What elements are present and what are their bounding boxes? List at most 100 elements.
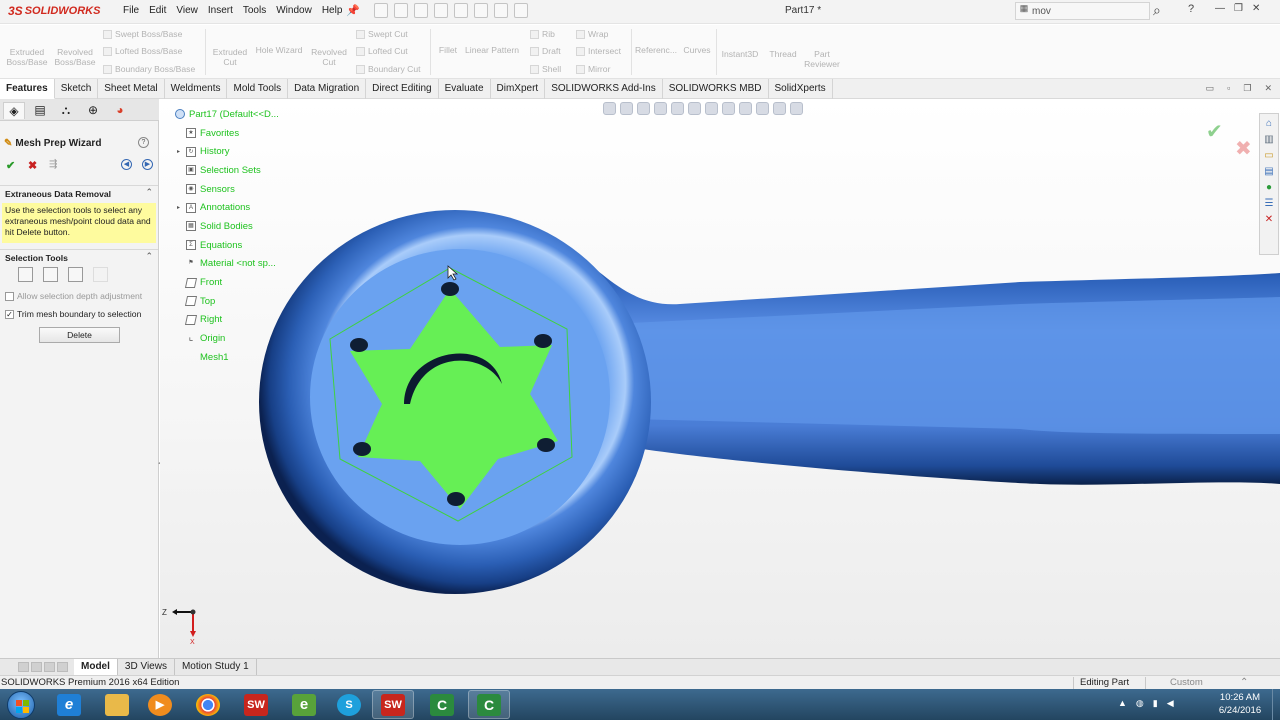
first-tab-icon[interactable] <box>18 662 29 672</box>
taskbar-media-player[interactable]: ▶ <box>139 690 181 719</box>
tab-sketch[interactable]: Sketch <box>55 79 99 99</box>
apply-scene-icon[interactable] <box>756 102 769 115</box>
view-orientation-icon[interactable] <box>688 102 701 115</box>
pin-menu-icon[interactable]: 📌 <box>346 4 360 17</box>
restore-icon[interactable]: ❐ <box>1234 3 1243 14</box>
next-arrow-icon[interactable]: ▶ <box>142 159 153 170</box>
paint-select-icon[interactable] <box>93 267 108 282</box>
zoom-to-area-icon[interactable] <box>620 102 633 115</box>
rebuild-icon[interactable] <box>494 3 508 18</box>
tab-direct-editing[interactable]: Direct Editing <box>366 79 439 99</box>
doc-tile-icon[interactable]: ▭ <box>1206 83 1215 94</box>
intersect-button[interactable]: Intersect <box>576 46 621 56</box>
rib-button[interactable]: Rib <box>530 29 555 39</box>
units-dropdown-icon[interactable]: ⌃ <box>1240 677 1248 688</box>
wrap-button[interactable]: Wrap <box>576 29 608 39</box>
section-view-icon[interactable] <box>654 102 667 115</box>
mirror-button[interactable]: Mirror <box>576 64 610 74</box>
part-reviewer-button[interactable]: Part Reviewer <box>802 49 842 69</box>
menu-file[interactable]: File <box>118 5 144 16</box>
search-input[interactable] <box>1032 5 1142 17</box>
mesh-model[interactable] <box>160 99 1280 658</box>
taskbar-edrawings[interactable]: e <box>283 690 325 719</box>
screen-capture-icon[interactable] <box>790 102 803 115</box>
revolved-cut-button[interactable]: Revolved Cut <box>306 47 352 67</box>
revolved-boss-base-button[interactable]: Revolved Boss/Base <box>52 47 98 67</box>
tree-item-material[interactable]: ⚑ Material <not sp... <box>175 255 279 274</box>
hole-wizard-button[interactable]: Hole Wizard <box>253 45 305 55</box>
previous-view-icon[interactable] <box>637 102 650 115</box>
display-style-icon[interactable] <box>705 102 718 115</box>
print-icon[interactable] <box>434 3 448 18</box>
home-icon[interactable]: ⌂ <box>1263 118 1275 130</box>
configurationmanager-tab-icon[interactable]: ⛬ <box>55 102 77 119</box>
tab-dimxpert[interactable]: DimXpert <box>491 79 546 99</box>
doc-close-icon[interactable]: ✕ <box>1264 83 1272 94</box>
tab-weldments[interactable]: Weldments <box>165 79 228 99</box>
minimize-icon[interactable]: — <box>1215 3 1225 14</box>
tab-evaluate[interactable]: Evaluate <box>439 79 491 99</box>
tree-item-top-plane[interactable]: Top <box>175 292 279 311</box>
start-button[interactable] <box>7 691 35 719</box>
featuremanager-tab-icon[interactable]: ◈ <box>3 102 25 119</box>
tree-item-annotations[interactable]: ▸ A Annotations <box>175 198 279 217</box>
tab-features[interactable]: Features <box>0 79 55 99</box>
polygon-select-icon[interactable] <box>68 267 83 282</box>
boundary-boss-base-button[interactable]: Boundary Boss/Base <box>103 64 195 74</box>
view-settings-icon[interactable] <box>773 102 786 115</box>
collapse-icon[interactable]: ⌃ <box>145 187 153 198</box>
selection-tools-group[interactable]: Selection Tools ⌃ <box>0 249 158 263</box>
last-tab-icon[interactable] <box>57 662 68 672</box>
options-icon[interactable] <box>514 3 528 18</box>
select-icon[interactable] <box>474 3 488 18</box>
taskbar-chrome[interactable] <box>187 690 229 719</box>
tray-expand-icon[interactable]: ▲ <box>1118 698 1127 709</box>
dynamic-annotation-icon[interactable] <box>671 102 684 115</box>
dimxpertmanager-tab-icon[interactable]: ⊕ <box>82 102 104 119</box>
lasso-select-icon[interactable] <box>43 267 58 282</box>
close-icon[interactable]: ✕ <box>1252 3 1260 14</box>
tab-model[interactable]: Model <box>74 659 118 675</box>
tree-item-mesh1[interactable]: Mesh1 <box>175 348 279 367</box>
search-icon[interactable]: ⌕ <box>1153 2 1161 19</box>
tray-app-icon[interactable]: ◍ <box>1136 698 1144 709</box>
linear-pattern-button[interactable]: Linear Pattern <box>462 45 522 55</box>
tree-item-origin[interactable]: ⌞ Origin <box>175 329 279 348</box>
checkbox-box[interactable]: ✓ <box>5 309 14 319</box>
extruded-boss-base-button[interactable]: Extruded Boss/Base <box>4 47 50 67</box>
tree-item-selection-sets[interactable]: ▣ Selection Sets <box>175 161 279 180</box>
taskbar-file-explorer[interactable] <box>96 690 138 719</box>
tab-mold-tools[interactable]: Mold Tools <box>227 79 289 99</box>
show-desktop-button[interactable] <box>1272 689 1280 720</box>
doc-restore-icon[interactable]: ❐ <box>1243 83 1251 94</box>
save-icon[interactable] <box>414 3 428 18</box>
back-arrow-icon[interactable]: ◀ <box>121 159 132 170</box>
tab-solidworks-mbd[interactable]: SOLIDWORKS MBD <box>663 79 769 99</box>
taskbar-skype[interactable]: S <box>328 690 370 719</box>
cancel-button[interactable]: ✖ <box>28 159 37 172</box>
tree-item-equations[interactable]: Σ Equations <box>175 236 279 255</box>
clock[interactable]: 10:26 AM 6/24/2016 <box>1210 691 1270 717</box>
search-box[interactable]: ▦ <box>1015 2 1150 20</box>
tree-item-right-plane[interactable]: Right <box>175 311 279 330</box>
expand-arrow-icon[interactable]: ▸ <box>175 204 182 211</box>
tab-solidworks-add-ins[interactable]: SOLIDWORKS Add-Ins <box>545 79 663 99</box>
fillet-button[interactable]: Fillet <box>434 45 462 55</box>
tab-data-migration[interactable]: Data Migration <box>288 79 367 99</box>
previous-tab-icon[interactable] <box>31 662 42 672</box>
collapse-icon[interactable]: ⌃ <box>145 251 153 262</box>
help-icon[interactable]: ? <box>1188 3 1194 15</box>
boundary-cut-button[interactable]: Boundary Cut <box>356 64 421 74</box>
edit-appearance-icon[interactable] <box>739 102 752 115</box>
graphics-area[interactable]: Part17 (Default<<D... ★ Favorites ▸ ↻ Histo… <box>160 99 1280 658</box>
help-icon[interactable]: ? <box>138 137 149 148</box>
confirm-cancel-icon[interactable]: ✖ <box>1235 136 1252 161</box>
tree-item-front-plane[interactable]: Front <box>175 273 279 292</box>
view-palette-icon[interactable]: ▤ <box>1263 166 1275 178</box>
extraneous-data-removal-group[interactable]: Extraneous Data Removal ⌃ <box>0 185 158 199</box>
instant3d-button[interactable]: Instant3D <box>718 49 762 59</box>
box-select-icon[interactable] <box>18 267 33 282</box>
appearances-icon[interactable]: ● <box>1263 182 1275 194</box>
design-library-icon[interactable]: ▥ <box>1263 134 1275 146</box>
file-explorer-icon[interactable]: ▭ <box>1263 150 1275 162</box>
